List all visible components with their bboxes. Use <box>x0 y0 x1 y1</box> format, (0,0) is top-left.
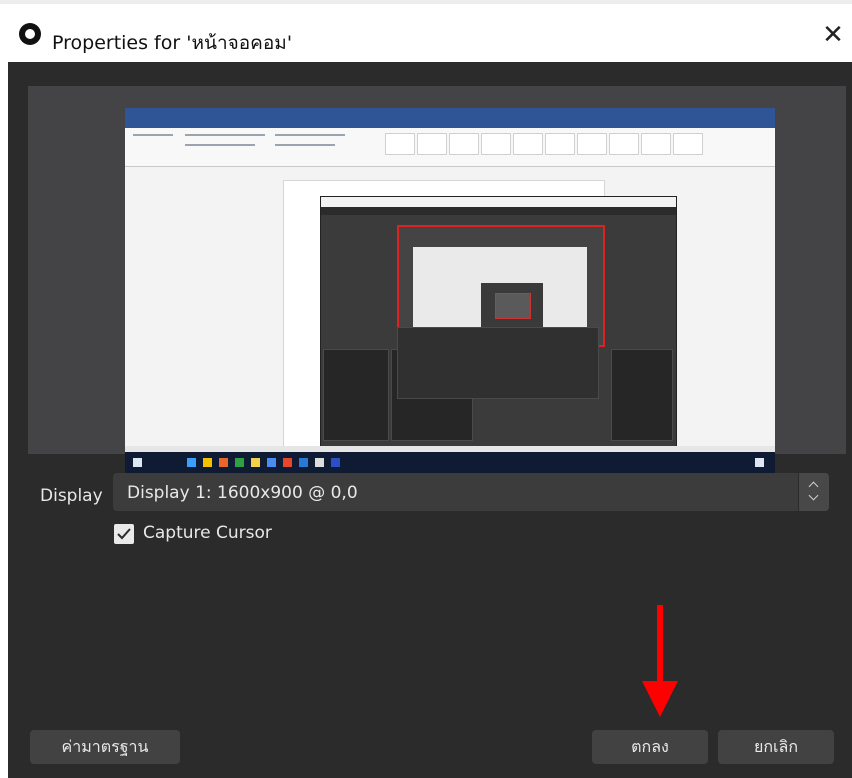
properties-dialog-body: Display Display 1: 1600x900 @ 0,0 Captur… <box>8 62 852 778</box>
taskbar-icon <box>219 458 228 467</box>
taskbar-icon <box>251 458 260 467</box>
captured-obs-window <box>320 196 677 453</box>
ribbon-line <box>185 134 265 136</box>
taskbar-icon <box>187 458 196 467</box>
close-icon: ✕ <box>822 20 844 50</box>
nested-screen <box>413 247 587 339</box>
defaults-button[interactable]: ค่ามาตรฐาน <box>30 730 180 764</box>
display-label: Display <box>40 486 103 506</box>
ribbon-style-box <box>545 133 575 155</box>
ribbon-style-box <box>609 133 639 155</box>
capture-cursor-label[interactable]: Capture Cursor <box>143 523 272 543</box>
dialog-title: Properties for 'หน้าจอคอม' <box>52 32 293 54</box>
nested-obs-preview <box>495 293 531 319</box>
captured-word-ribbon <box>125 128 775 167</box>
display-select-value: Display 1: 1600x900 @ 0,0 <box>127 483 358 503</box>
taskbar-icon <box>203 458 212 467</box>
captured-screen-image <box>125 108 775 474</box>
cancel-button[interactable]: ยกเลิก <box>718 730 834 764</box>
ribbon-style-box <box>385 133 415 155</box>
ribbon-style-box <box>449 133 479 155</box>
ribbon-line <box>133 134 173 136</box>
updown-chevron-icon[interactable] <box>798 473 829 511</box>
ribbon-line <box>275 134 345 136</box>
captured-controls-panel <box>611 349 673 441</box>
taskbar-icon <box>133 458 142 467</box>
window-left-edge <box>0 62 8 778</box>
dialog-titlebar: Properties for 'หน้าจอคอม' ✕ <box>0 0 852 62</box>
capture-cursor-checkbox[interactable] <box>114 524 134 544</box>
checkmark-icon <box>117 528 131 540</box>
taskbar-icon <box>755 458 764 467</box>
titlebar-top-edge <box>0 0 852 4</box>
display-select[interactable]: Display 1: 1600x900 @ 0,0 <box>113 473 829 511</box>
captured-taskbar <box>125 452 775 474</box>
captured-obs-menubar <box>321 207 676 215</box>
ribbon-line <box>275 144 335 146</box>
ribbon-style-box <box>481 133 511 155</box>
taskbar-icon <box>331 458 340 467</box>
ok-button[interactable]: ตกลง <box>592 730 708 764</box>
taskbar-icon <box>299 458 308 467</box>
ribbon-style-box <box>577 133 607 155</box>
ribbon-style-box <box>417 133 447 155</box>
taskbar-icon <box>315 458 324 467</box>
close-button[interactable]: ✕ <box>820 22 846 48</box>
captured-scenes-panel <box>323 349 389 441</box>
taskbar-icon <box>267 458 276 467</box>
chevron-down-icon <box>808 490 819 501</box>
ribbon-style-box <box>641 133 671 155</box>
ribbon-line <box>185 144 255 146</box>
taskbar-icon <box>235 458 244 467</box>
captured-properties-dialog <box>397 327 599 399</box>
captured-obs-titlebar <box>321 197 676 207</box>
ribbon-style-box <box>673 133 703 155</box>
taskbar-icon <box>283 458 292 467</box>
nested-obs <box>481 283 543 327</box>
obs-logo-icon <box>19 23 41 45</box>
ribbon-style-box <box>513 133 543 155</box>
captured-word-titlebar <box>125 108 775 128</box>
source-preview <box>28 86 846 474</box>
red-down-arrow-icon <box>642 605 678 717</box>
